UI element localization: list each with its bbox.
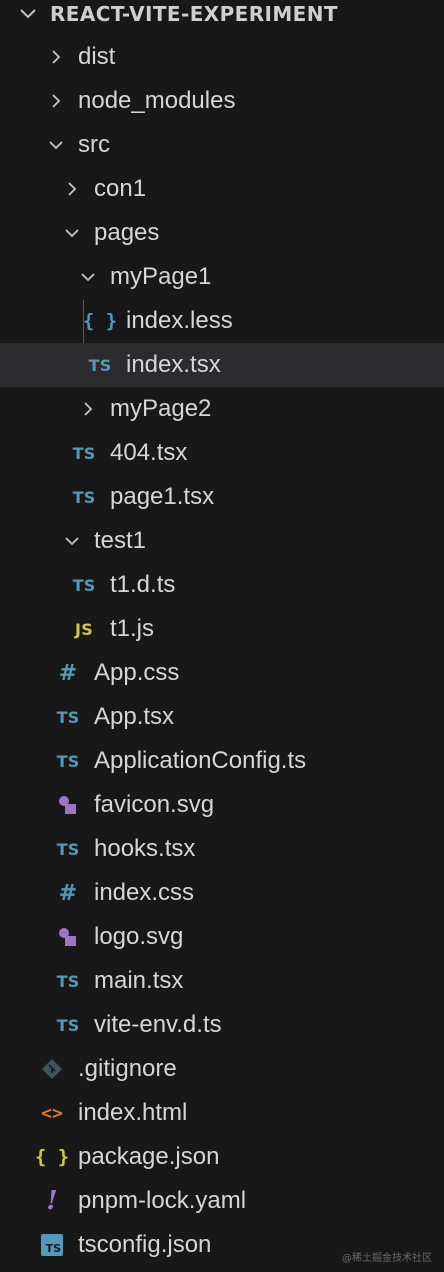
file-label: App.tsx [94, 703, 175, 730]
chevron-down-icon [46, 123, 66, 167]
folder-item-mypage2[interactable]: myPage2 [0, 387, 444, 431]
explorer-root-label: REACT-VITE-EXPERIMENT [50, 2, 338, 26]
explorer-root-folder[interactable]: REACT-VITE-EXPERIMENT [0, 0, 444, 28]
folder-label: node_modules [78, 87, 236, 114]
file-item-page1-tsx[interactable]: TS page1.tsx [0, 475, 444, 519]
explorer-panel: REACT-VITE-EXPERIMENT dist node_modulessr… [0, 0, 444, 1272]
less-braces-icon: { } [82, 310, 118, 332]
javascript-icon: JS [75, 619, 93, 639]
file-item-index-less[interactable]: { } index.less [0, 299, 444, 343]
css-hash-icon: # [58, 880, 78, 906]
folder-item-node-modules[interactable]: node_modules [0, 79, 444, 123]
file-item-index-css[interactable]: # index.css [0, 871, 444, 915]
file-label: main.tsx [94, 967, 184, 994]
yaml-exclamation-icon: ! [46, 1186, 58, 1216]
file-label: pnpm-lock.yaml [78, 1187, 247, 1214]
file-item-t1-js[interactable]: JS t1.js [0, 607, 444, 651]
chevron-down-icon [62, 519, 82, 563]
json-braces-icon: { } [34, 1146, 70, 1168]
folder-item-src[interactable]: src [0, 123, 444, 167]
file-item-t1-d-ts[interactable]: TS t1.d.ts [0, 563, 444, 607]
file-label: 404.tsx [110, 439, 188, 466]
typescript-icon: TS [56, 1015, 80, 1035]
folder-label: con1 [94, 175, 147, 202]
chevron-right-icon [78, 387, 98, 431]
folder-item-mypage1[interactable]: myPage1 [0, 255, 444, 299]
file-label: t1.js [110, 615, 155, 642]
typescript-icon: TS [56, 751, 80, 771]
file-item-pnpm-lock-yaml[interactable]: ! pnpm-lock.yaml [0, 1179, 444, 1223]
typescript-icon: TS [72, 443, 96, 463]
file-label: index.tsx [126, 351, 221, 378]
file-item-404-tsx[interactable]: TS 404.tsx [0, 431, 444, 475]
folder-label: src [78, 131, 110, 158]
typescript-icon: TS [56, 971, 80, 991]
file-label: t1.d.ts [110, 571, 176, 598]
folder-label: test1 [94, 527, 147, 554]
file-item-app-css[interactable]: # App.css [0, 651, 444, 695]
file-label: index.css [94, 879, 195, 906]
typescript-icon: TS [72, 575, 96, 595]
file-label: page1.tsx [110, 483, 215, 510]
chevron-right-icon [46, 79, 66, 123]
file-item-vite-env-d-ts[interactable]: TS vite-env.d.ts [0, 1003, 444, 1047]
file-item-favicon-svg[interactable]: favicon.svg [0, 783, 444, 827]
svg-shapes-icon [54, 783, 82, 827]
watermark: @稀土掘金技术社区 [342, 1253, 432, 1264]
folder-item-con1[interactable]: con1 [0, 167, 444, 211]
chevron-down-icon [78, 255, 98, 299]
file-item-main-tsx[interactable]: TS main.tsx [0, 959, 444, 1003]
folder-label: pages [94, 219, 160, 246]
file-label: vite-env.d.ts [94, 1011, 222, 1038]
typescript-icon: TS [72, 487, 96, 507]
folder-item-dist[interactable]: dist [0, 35, 444, 79]
git-diamond-icon [38, 1047, 66, 1091]
file-item-hooks-tsx[interactable]: TS hooks.tsx [0, 827, 444, 871]
html-brackets-icon: <> [41, 1102, 63, 1124]
file-item-logo-svg[interactable]: logo.svg [0, 915, 444, 959]
file-item-app-tsx[interactable]: TS App.tsx [0, 695, 444, 739]
file-label: favicon.svg [94, 791, 215, 818]
file-label: .gitignore [78, 1055, 177, 1082]
file-label: package.json [78, 1143, 220, 1170]
file-label: index.less [126, 307, 233, 334]
folder-label: myPage2 [110, 395, 212, 422]
folder-label: myPage1 [110, 263, 212, 290]
chevron-down-icon [62, 211, 82, 255]
file-label: App.css [94, 659, 180, 686]
file-label: tsconfig.json [78, 1231, 212, 1258]
file-item-applicationconfig-ts[interactable]: TS ApplicationConfig.ts [0, 739, 444, 783]
folder-item-test1[interactable]: test1 [0, 519, 444, 563]
file-item-gitignore[interactable]: .gitignore [0, 1047, 444, 1091]
folder-label: dist [78, 43, 116, 70]
typescript-icon: TS [56, 707, 80, 727]
tsconfig-icon: TS [38, 1223, 66, 1267]
file-label: logo.svg [94, 923, 184, 950]
file-label: hooks.tsx [94, 835, 196, 862]
file-item-index-html[interactable]: <> index.html [0, 1091, 444, 1135]
svg-shapes-icon [54, 915, 82, 959]
typescript-icon: TS [56, 839, 80, 859]
typescript-icon: TS [88, 355, 112, 375]
file-item-package-json[interactable]: { } package.json [0, 1135, 444, 1179]
folder-item-pages[interactable]: pages [0, 211, 444, 255]
file-label: index.html [78, 1099, 188, 1126]
file-item-index-tsx[interactable]: TS index.tsx [0, 343, 444, 387]
css-hash-icon: # [58, 660, 78, 686]
chevron-right-icon [62, 167, 82, 211]
chevron-right-icon [46, 35, 66, 79]
file-label: ApplicationConfig.ts [94, 747, 307, 774]
chevron-down-icon[interactable] [18, 4, 38, 24]
